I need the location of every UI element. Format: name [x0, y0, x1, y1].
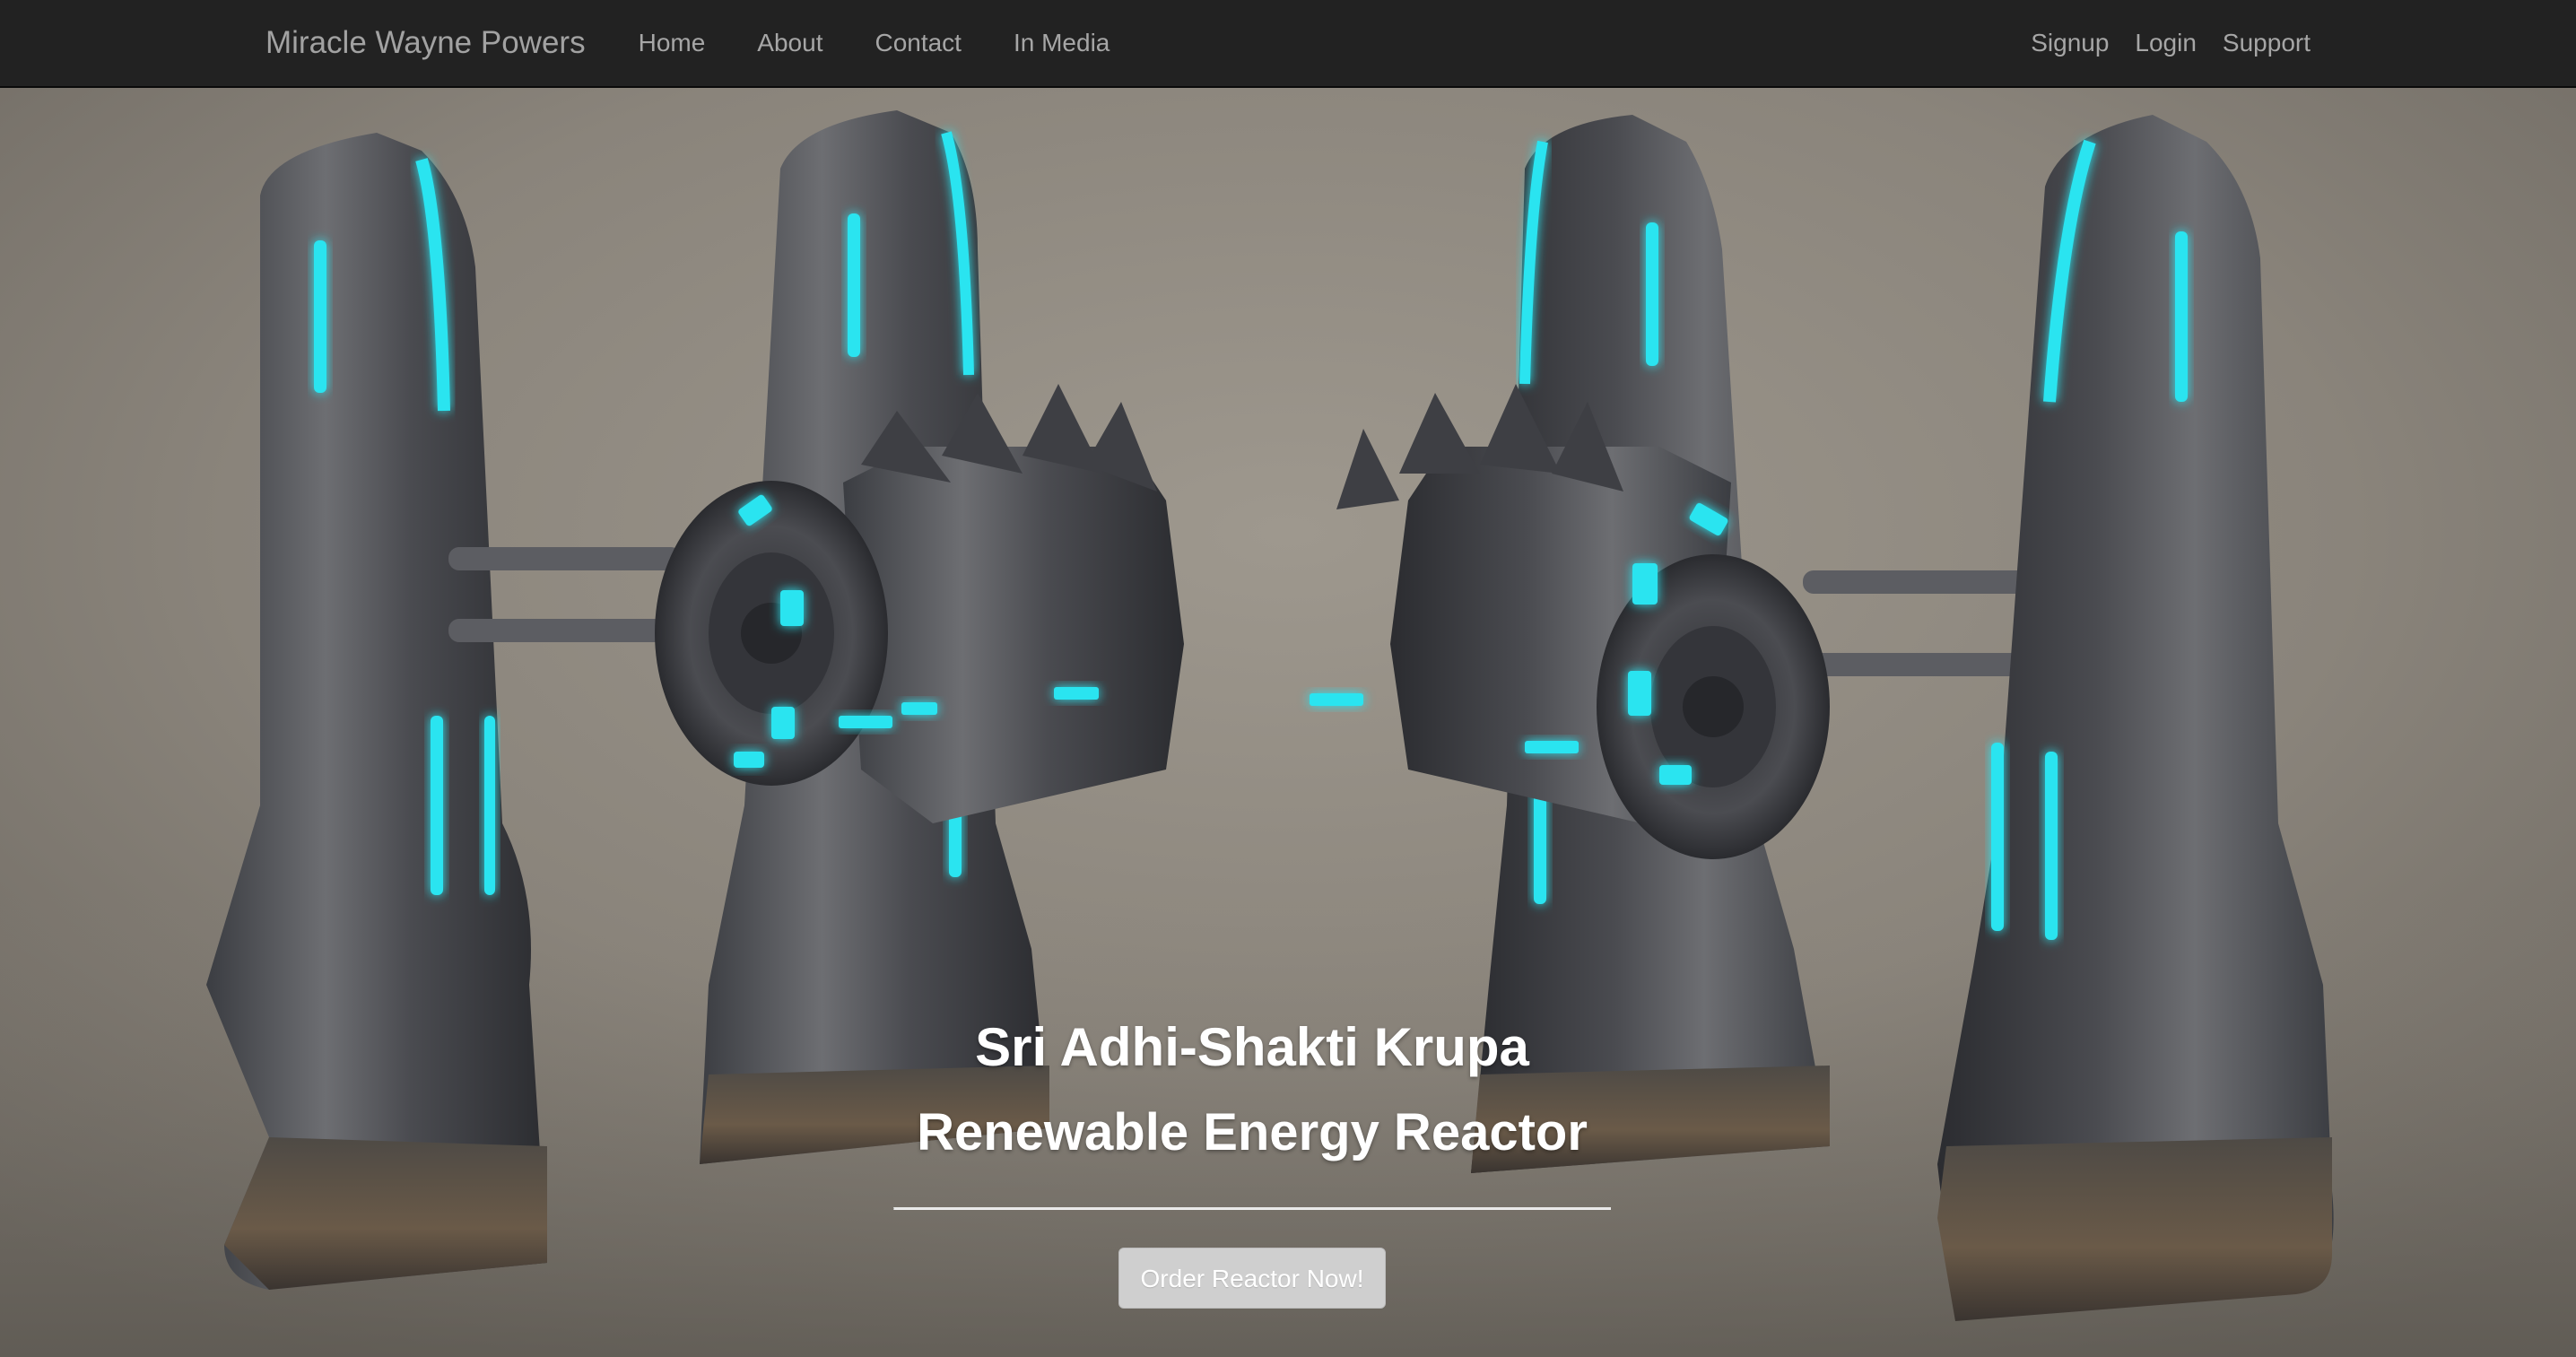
nav-item-about: About — [731, 0, 849, 86]
nav-right-menu: Signup Login Support — [2005, 0, 2311, 86]
hero-content: Sri Adhi-Shakti Krupa Renewable Energy R… — [893, 1006, 1611, 1309]
nav-item-in-media: In Media — [988, 0, 1136, 86]
nav-item-contact: Contact — [849, 0, 988, 86]
nav-item-support: Support — [2197, 0, 2311, 86]
navbar-container: Miracle Wayne Powers Home About Contact … — [265, 0, 2311, 86]
nav-item-home: Home — [613, 0, 732, 86]
brand-link[interactable]: Miracle Wayne Powers — [265, 25, 586, 61]
nav-link-about[interactable]: About — [731, 0, 849, 86]
nav-link-home[interactable]: Home — [613, 0, 732, 86]
hero-subtitle: Renewable Energy Reactor — [917, 1103, 1588, 1161]
nav-link-signup[interactable]: Signup — [2005, 0, 2109, 86]
top-navbar: Miracle Wayne Powers Home About Contact … — [0, 0, 2576, 88]
nav-left-menu: Home About Contact In Media — [613, 0, 1136, 86]
nav-link-support[interactable]: Support — [2197, 0, 2311, 86]
nav-link-login[interactable]: Login — [2109, 0, 2197, 86]
nav-link-contact[interactable]: Contact — [849, 0, 988, 86]
hero-divider — [893, 1207, 1611, 1210]
nav-item-signup: Signup — [2005, 0, 2109, 86]
nav-link-in-media[interactable]: In Media — [988, 0, 1136, 86]
hero-title: Sri Adhi-Shakti Krupa — [975, 1017, 1529, 1077]
hero-section: Sri Adhi-Shakti Krupa Renewable Energy R… — [0, 88, 2576, 1357]
nav-item-login: Login — [2109, 0, 2197, 86]
order-reactor-button[interactable]: Order Reactor Now! — [1118, 1248, 1387, 1309]
